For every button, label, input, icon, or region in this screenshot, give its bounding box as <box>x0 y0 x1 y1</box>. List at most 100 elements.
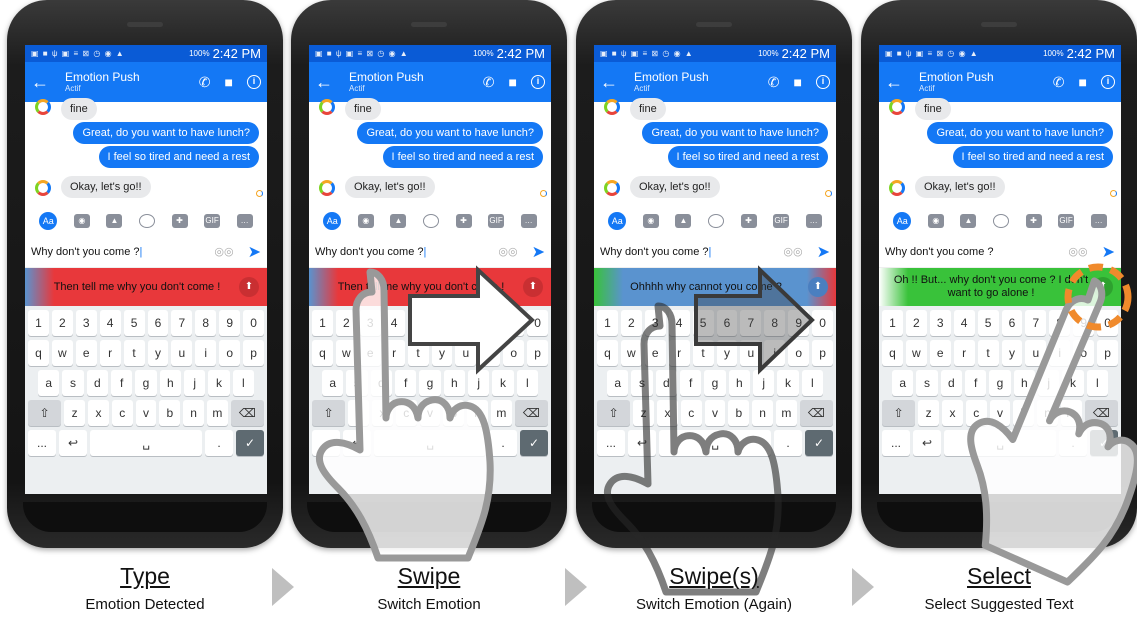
key-13[interactable]: r <box>668 340 690 366</box>
message-received[interactable]: fine <box>630 98 666 120</box>
back-arrow-icon[interactable]: ← <box>600 72 628 93</box>
contact-titles[interactable]: Emotion Push Actif <box>349 71 424 94</box>
emotion-toggle-icon[interactable]: ◎◎ <box>214 245 233 258</box>
more-icon[interactable]: … <box>805 214 822 228</box>
key-34[interactable]: v <box>419 400 441 426</box>
key-6[interactable]: 7 <box>455 310 477 336</box>
info-icon[interactable]: i <box>531 75 545 89</box>
key-18[interactable]: o <box>503 340 525 366</box>
key-17[interactable]: i <box>479 340 501 366</box>
key-36[interactable]: n <box>467 400 488 426</box>
key-2[interactable]: 3 <box>644 310 666 336</box>
key-14[interactable]: t <box>692 340 714 366</box>
key-44[interactable]: ✓ <box>805 430 833 456</box>
key-30[interactable]: ⇧ <box>312 400 346 426</box>
key-28[interactable]: l <box>516 370 538 396</box>
camera-icon[interactable]: ◉ <box>642 214 659 228</box>
key-1[interactable]: 2 <box>905 310 927 336</box>
key-25[interactable]: h <box>728 370 750 396</box>
key-28[interactable]: l <box>232 370 254 396</box>
key-21[interactable]: s <box>916 370 938 396</box>
key-44[interactable]: ✓ <box>1090 430 1118 456</box>
key-32[interactable]: x <box>88 400 109 426</box>
contact-avatar[interactable] <box>604 99 620 115</box>
more-icon[interactable]: … <box>1090 214 1107 228</box>
key-12[interactable]: e <box>75 340 97 366</box>
key-4[interactable]: 5 <box>123 310 145 336</box>
key-34[interactable]: v <box>135 400 157 426</box>
image-icon[interactable]: ▲ <box>675 214 692 228</box>
key-26[interactable]: j <box>183 370 206 396</box>
contact-titles[interactable]: Emotion Push Actif <box>65 71 140 94</box>
key-35[interactable]: b <box>1013 400 1035 426</box>
camera-icon[interactable]: ◉ <box>357 214 374 228</box>
key-32[interactable]: x <box>942 400 963 426</box>
key-44[interactable]: ✓ <box>520 430 548 456</box>
key-38[interactable]: ⌫ <box>230 400 264 426</box>
key-17[interactable]: i <box>764 340 786 366</box>
message-sent[interactable]: I feel so tired and need a rest <box>382 146 543 168</box>
gif-icon[interactable]: GIF <box>1058 214 1075 228</box>
key-40[interactable]: ... <box>597 430 625 456</box>
key-27[interactable]: k <box>777 370 799 396</box>
key-25[interactable]: h <box>1013 370 1035 396</box>
info-icon[interactable]: i <box>1101 75 1115 89</box>
send-icon[interactable]: ➤ <box>817 242 830 262</box>
key-25[interactable]: h <box>443 370 465 396</box>
suggested-text[interactable]: Then tell me why you don't come ! <box>338 281 505 294</box>
key-14[interactable]: t <box>123 340 145 366</box>
key-17[interactable]: i <box>1049 340 1071 366</box>
emotion-toggle-icon[interactable]: ◎◎ <box>1068 245 1087 258</box>
video-icon[interactable]: ■ <box>794 74 802 90</box>
game-icon[interactable]: ✚ <box>740 214 757 228</box>
image-icon[interactable]: ▲ <box>960 214 977 228</box>
key-11[interactable]: w <box>905 340 927 366</box>
key-36[interactable]: n <box>1037 400 1058 426</box>
key-10[interactable]: q <box>596 340 618 366</box>
key-30[interactable]: ⇧ <box>882 400 916 426</box>
key-35[interactable]: b <box>443 400 465 426</box>
key-1[interactable]: 2 <box>620 310 642 336</box>
key-33[interactable]: c <box>111 400 133 426</box>
key-2[interactable]: 3 <box>359 310 381 336</box>
key-16[interactable]: u <box>1025 340 1047 366</box>
key-15[interactable]: y <box>716 340 738 366</box>
key-30[interactable]: ⇧ <box>28 400 62 426</box>
key-8[interactable]: 9 <box>219 310 241 336</box>
suggested-text[interactable]: Oh !! But... why don't you come ? I don'… <box>891 274 1091 300</box>
contact-avatar[interactable] <box>35 99 51 115</box>
message-received[interactable]: Okay, let's go!! <box>345 176 435 198</box>
key-28[interactable]: l <box>801 370 823 396</box>
key-40[interactable]: ... <box>312 430 340 456</box>
key-41[interactable]: ↩ <box>913 430 941 456</box>
message-input[interactable]: Why don't you come ? <box>885 246 1068 258</box>
key-34[interactable]: v <box>989 400 1011 426</box>
key-33[interactable]: c <box>395 400 417 426</box>
text-format-icon[interactable]: Aa <box>39 212 58 230</box>
emotion-suggestion-bar[interactable]: Then tell me why you don't come ! ⬆ <box>25 268 267 306</box>
key-6[interactable]: 7 <box>171 310 193 336</box>
key-13[interactable]: r <box>99 340 121 366</box>
contact-avatar[interactable] <box>35 180 51 196</box>
key-27[interactable]: k <box>208 370 230 396</box>
key-17[interactable]: i <box>195 340 217 366</box>
phone-icon[interactable]: ✆ <box>1053 74 1065 91</box>
key-23[interactable]: f <box>680 370 702 396</box>
key-9[interactable]: 0 <box>243 310 265 336</box>
suggested-text[interactable]: Then tell me why you don't come ! <box>54 281 221 294</box>
key-20[interactable]: a <box>322 370 344 396</box>
back-arrow-icon[interactable]: ← <box>885 72 913 93</box>
key-22[interactable]: d <box>86 370 108 396</box>
key-36[interactable]: n <box>752 400 773 426</box>
key-18[interactable]: o <box>788 340 810 366</box>
key-40[interactable]: ... <box>882 430 910 456</box>
key-13[interactable]: r <box>383 340 405 366</box>
message-sent[interactable]: I feel so tired and need a rest <box>952 146 1113 168</box>
key-44[interactable]: ✓ <box>236 430 264 456</box>
key-3[interactable]: 4 <box>383 310 405 336</box>
key-10[interactable]: q <box>27 340 49 366</box>
key-27[interactable]: k <box>1062 370 1084 396</box>
back-arrow-icon[interactable]: ← <box>315 72 343 93</box>
message-received[interactable]: Okay, let's go!! <box>630 176 720 198</box>
image-icon[interactable]: ▲ <box>106 214 123 228</box>
